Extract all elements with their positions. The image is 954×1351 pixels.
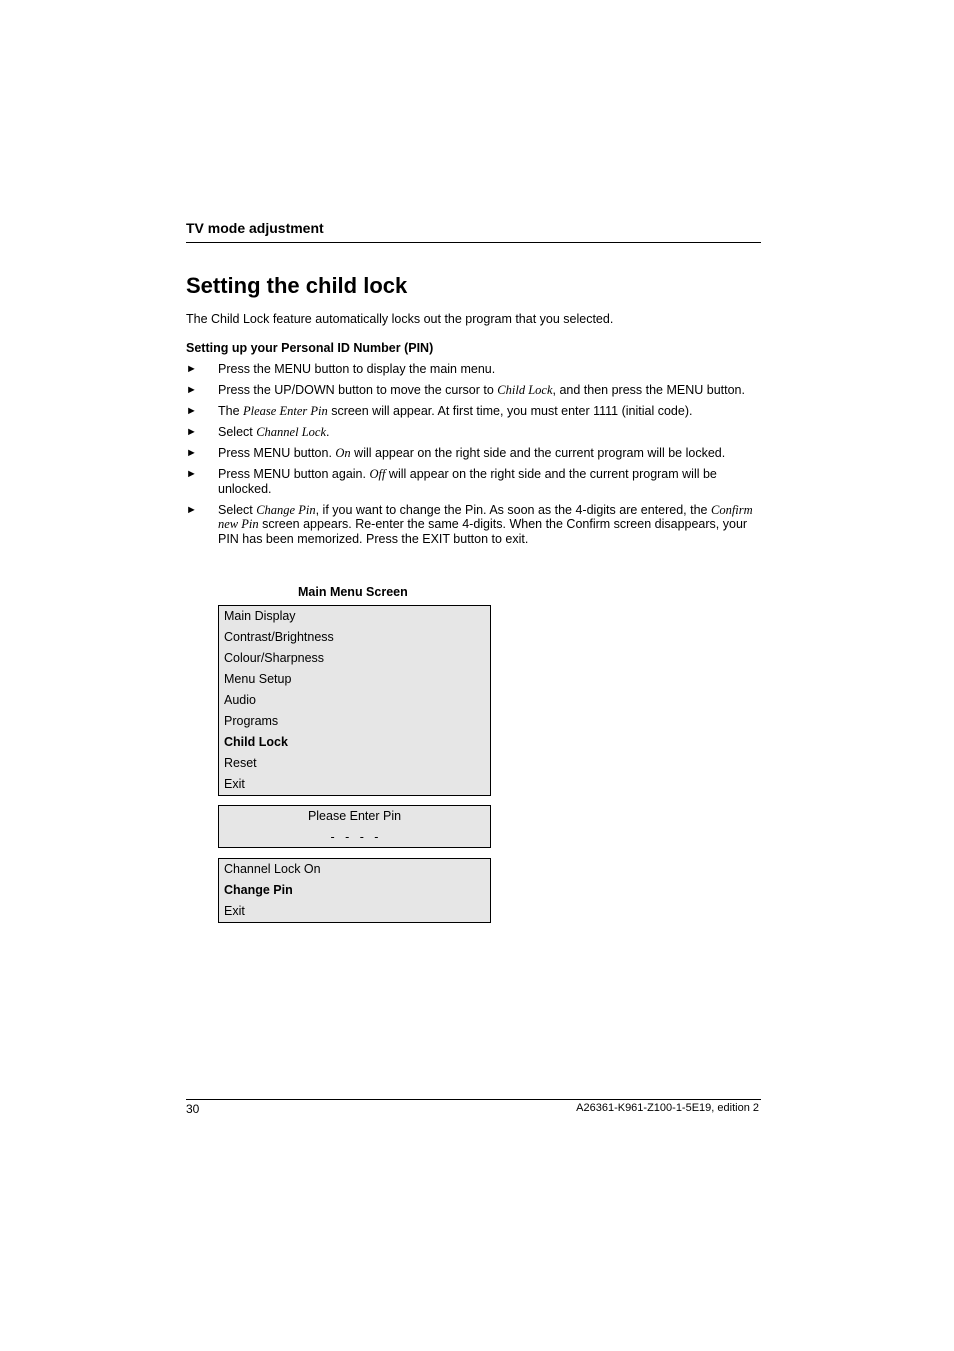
- instruction-step: ► Press MENU button. On will appear on th…: [186, 446, 761, 461]
- instruction-step: ► Press MENU button again. Off will appea…: [186, 467, 761, 496]
- step-text: , and then press the MENU button.: [552, 383, 745, 397]
- main-menu-screen: Main Display Contrast/Brightness Colour/Sh…: [218, 605, 491, 796]
- step-text: .: [326, 425, 330, 439]
- menu-item: Programs: [224, 714, 279, 728]
- bullet-arrow-icon: ►: [186, 426, 197, 438]
- step-text: screen appears. Re-enter the same 4-digi…: [218, 517, 748, 546]
- bullet-arrow-icon: ►: [186, 384, 197, 396]
- ui-term: On: [335, 446, 351, 460]
- menu-item: Main Display: [224, 609, 296, 623]
- step-text: Press MENU button again.: [218, 467, 370, 481]
- page-title: Setting the child lock: [186, 273, 408, 298]
- step-text: The: [218, 404, 244, 418]
- instruction-step: ► Press the MENU button to display the ma…: [186, 362, 761, 377]
- step-text: Press the UP/DOWN button to move the cur…: [218, 383, 498, 397]
- instruction-step: ► Select Channel Lock.: [186, 425, 761, 440]
- menu-item: Exit: [224, 904, 245, 918]
- step-text: screen will appear. At first time, you m…: [327, 404, 693, 418]
- figure-caption: Main Menu Screen: [298, 585, 408, 599]
- menu-item: Colour/Sharpness: [224, 651, 325, 665]
- pin-prompt: Please Enter Pin: [307, 809, 402, 823]
- step-text: , if you want to change the Pin. As soon…: [315, 502, 711, 517]
- ui-term: Off: [369, 467, 386, 481]
- bullet-arrow-icon: ►: [186, 503, 197, 516]
- header-divider: [186, 242, 761, 243]
- menu-item: Change Pin: [224, 883, 293, 897]
- instruction-step: ► The Please Enter Pin screen will appear…: [186, 404, 761, 419]
- step-text: Press MENU button.: [218, 446, 336, 460]
- bullet-arrow-icon: ►: [186, 468, 197, 480]
- step-text: Press the MENU button to display the mai…: [218, 362, 496, 376]
- menu-item: Exit: [224, 777, 245, 791]
- intro-paragraph: The Child Lock feature automatically loc…: [186, 312, 614, 326]
- ui-term: Channel Lock: [256, 425, 327, 439]
- bullet-arrow-icon: ►: [186, 363, 197, 375]
- section-subheading: Setting up your Personal ID Number (PIN): [186, 341, 434, 355]
- instruction-step: ► Press the UP/DOWN button to move the cu…: [186, 383, 761, 398]
- ui-term: Child Lock: [497, 383, 553, 397]
- menu-item: Child Lock: [224, 735, 288, 749]
- ui-term: Change Pin: [256, 502, 316, 517]
- page-number: 30: [186, 1102, 200, 1116]
- instruction-list: ► Press the MENU button to display the ma…: [186, 362, 761, 553]
- footer-divider: [186, 1099, 761, 1100]
- step-text: Select: [218, 425, 257, 439]
- pin-entry-screen: Please Enter Pin - - - -: [218, 805, 491, 848]
- step-text: Select: [218, 502, 257, 517]
- document-id: A26361-K961-Z100-1-5E19, edition 2: [576, 1102, 759, 1114]
- menu-item: Reset: [224, 756, 257, 770]
- pin-placeholder: - - - -: [330, 830, 379, 844]
- menu-item: Channel Lock On: [224, 862, 321, 876]
- instruction-step: ► Select Change Pin, if you want to chang…: [186, 503, 761, 547]
- running-header: TV mode adjustment: [186, 220, 324, 236]
- child-lock-menu-screen: Channel Lock On Change Pin Exit: [218, 858, 491, 923]
- menu-item: Menu Setup: [224, 672, 292, 686]
- ui-term: Please Enter Pin: [243, 404, 328, 418]
- menu-item: Audio: [224, 693, 256, 707]
- step-text: will appear on the right side and the cu…: [350, 446, 726, 460]
- menu-item: Contrast/Brightness: [224, 630, 334, 644]
- bullet-arrow-icon: ►: [186, 405, 197, 417]
- bullet-arrow-icon: ►: [186, 447, 197, 459]
